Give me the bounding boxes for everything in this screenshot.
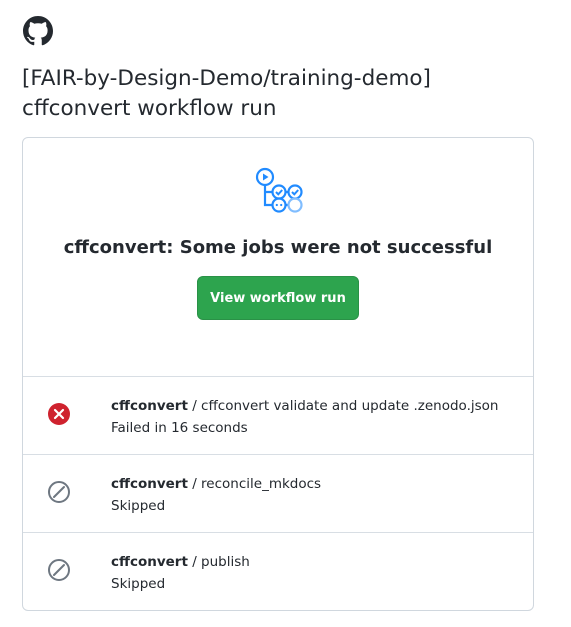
job-row[interactable]: cffconvert / reconcile_mkdocs Skipped (23, 455, 533, 533)
job-title: cffconvert / cffconvert validate and upd… (111, 398, 498, 414)
job-status: Failed in 16 seconds (111, 420, 248, 436)
job-separator: / (187, 398, 202, 414)
job-name: reconcile_mkdocs (201, 476, 322, 492)
notification-card: cffconvert: Some jobs were not successfu… (22, 137, 534, 611)
job-title: cffconvert / publish (111, 554, 250, 570)
job-workflow-name: cffconvert (111, 476, 188, 492)
job-separator: / (187, 554, 202, 570)
github-mark-icon[interactable] (23, 16, 53, 46)
job-workflow-name: cffconvert (111, 398, 188, 414)
x-circle-fill-icon (48, 403, 70, 425)
page-title: [FAIR-by-Design-Demo/training-demo] cffc… (22, 64, 552, 124)
job-status: Skipped (111, 498, 166, 514)
title-repo: [FAIR-by-Design-Demo/training-demo] (22, 66, 431, 91)
skip-icon (48, 559, 70, 581)
job-row[interactable]: cffconvert / publish Skipped (23, 533, 533, 610)
job-status: Skipped (111, 576, 166, 592)
job-title: cffconvert / reconcile_mkdocs (111, 476, 321, 492)
workflow-icon (255, 167, 303, 213)
job-name: publish (201, 554, 250, 570)
summary-section: cffconvert: Some jobs were not successfu… (23, 138, 533, 377)
view-workflow-run-button[interactable]: View workflow run (197, 276, 359, 320)
summary-heading: cffconvert: Some jobs were not successfu… (63, 237, 493, 258)
job-name: cffconvert validate and update .zenodo.j… (201, 398, 499, 414)
job-row[interactable]: cffconvert / cffconvert validate and upd… (23, 377, 533, 455)
job-workflow-name: cffconvert (111, 554, 188, 570)
skip-icon (48, 481, 70, 503)
job-separator: / (187, 476, 202, 492)
job-list: cffconvert / cffconvert validate and upd… (23, 377, 533, 610)
title-workflow: cffconvert workflow run (22, 96, 277, 121)
